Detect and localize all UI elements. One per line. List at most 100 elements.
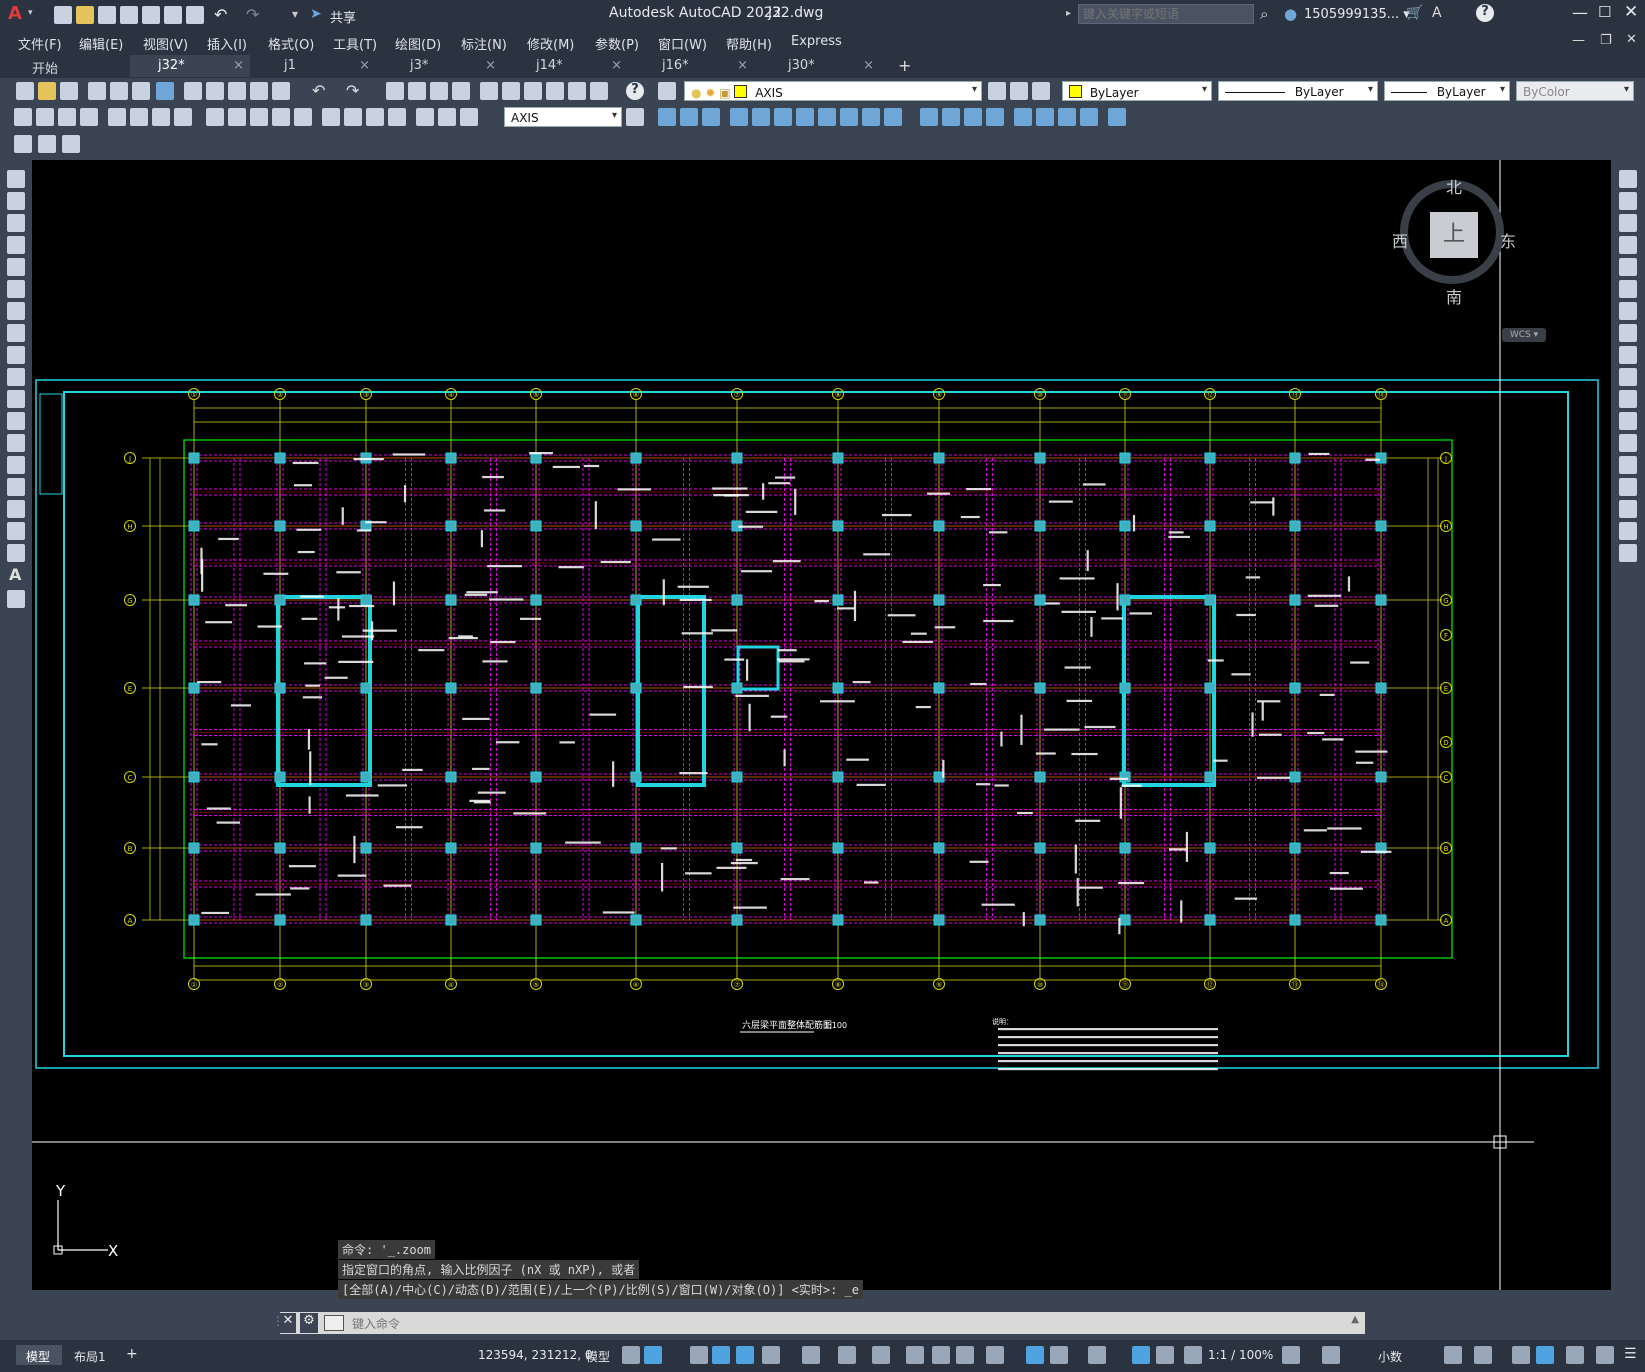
share-button[interactable]: 共享 [330,7,356,26]
help-icon[interactable]: ? [1476,4,1494,22]
tool-palettes-icon[interactable] [524,82,542,100]
point-icon[interactable] [7,456,25,474]
layer-properties-icon[interactable] [658,82,676,100]
selection-cycling-icon[interactable] [956,1346,974,1364]
command-input[interactable] [350,1313,1354,1335]
scale-side-icon[interactable] [1619,324,1637,342]
array-icon[interactable] [752,108,770,126]
copy-object-icon[interactable] [680,108,698,126]
tab-start[interactable]: 开始 [4,55,124,77]
open-file-icon[interactable] [38,82,56,100]
polygon-icon[interactable] [7,236,25,254]
tab-close-icon[interactable]: × [737,58,748,73]
dim-break-icon[interactable] [294,108,312,126]
3d-osnap-icon[interactable] [986,1346,1004,1364]
tab-j16[interactable]: j16* × [634,55,754,77]
blend-icon[interactable] [1080,108,1098,126]
construction-line-icon[interactable] [7,192,25,210]
dim-style-dropdown[interactable]: AXIS ▾ [504,107,622,127]
workspace-gear-icon[interactable] [1282,1346,1300,1364]
copy-icon[interactable] [206,82,224,100]
ellipse-arc-icon[interactable] [7,390,25,408]
properties-icon[interactable] [480,82,498,100]
zoom-window-icon[interactable] [430,82,448,100]
doc-close-icon[interactable]: ✕ [1626,32,1637,47]
hatch-icon[interactable] [7,478,25,496]
autocad-logo[interactable]: A [8,3,22,24]
copy-side-icon[interactable] [1619,192,1637,210]
layer-previous-icon[interactable] [1010,82,1028,100]
model-layout-tab[interactable]: 模型 [16,1345,62,1365]
stretch-side-icon[interactable] [1619,346,1637,364]
dwf-icon[interactable] [156,82,174,100]
recent-commands-icon[interactable] [324,1315,344,1331]
tab-j32[interactable]: j32* × [130,55,250,77]
menu-file[interactable]: 文件(F) [18,34,62,53]
jogged-linear-icon[interactable] [388,108,406,126]
photo-icon[interactable] [38,135,56,153]
dim-diameter-icon[interactable] [152,108,170,126]
menu-edit[interactable]: 编辑(E) [79,34,123,53]
tab-close-icon[interactable]: × [359,58,370,73]
gizmo-icon[interactable] [1088,1346,1106,1364]
rectangle-icon[interactable] [7,258,25,276]
grid-icon[interactable] [622,1346,640,1364]
fullscreen-icon[interactable] [1596,1346,1614,1364]
dim-ordinate-icon[interactable] [80,108,98,126]
dim-text-edit-icon[interactable] [438,108,456,126]
join-side-icon[interactable] [1619,456,1637,474]
tab-close-icon[interactable]: × [233,58,244,73]
dim-aligned-icon[interactable] [36,108,54,126]
color-dropdown[interactable]: ByLayer ▾ [1062,81,1212,101]
user-icon[interactable]: ● [1284,5,1297,23]
quick-properties-icon[interactable] [1444,1346,1462,1364]
infer-constraints-icon[interactable] [690,1346,708,1364]
doc-minimize-icon[interactable]: — [1572,33,1585,48]
close-icon[interactable]: ✕ [1624,2,1638,22]
units-value[interactable]: 小数 [1378,1348,1402,1365]
command-expand-icon[interactable]: ▲ [1351,1314,1359,1325]
layer-walk-icon[interactable] [62,135,80,153]
match-properties-icon[interactable] [250,82,268,100]
extend-icon[interactable] [884,108,902,126]
dynamic-input-icon[interactable] [712,1346,730,1364]
menu-window[interactable]: 窗口(W) [658,34,707,53]
lineweight-dropdown[interactable]: ByLayer ▾ [1384,81,1510,101]
ortho-icon[interactable] [736,1346,754,1364]
revcloud-icon[interactable] [7,324,25,342]
fillet-side-icon[interactable] [1619,500,1637,518]
stretch-icon[interactable] [840,108,858,126]
app-menu-dropdown-icon[interactable]: ▾ [28,8,33,18]
quick-dim-icon[interactable] [206,108,224,126]
menu-format[interactable]: 格式(O) [268,34,314,53]
selection-filter-icon[interactable] [1050,1346,1068,1364]
menu-parametric[interactable]: 参数(P) [595,34,639,53]
break-side-icon[interactable] [1619,434,1637,452]
autodesk-a360-icon[interactable]: A [1432,5,1442,21]
table-icon[interactable] [7,544,25,562]
customization-menu-icon[interactable]: ☰ [1624,1346,1637,1362]
new-icon[interactable] [54,6,72,24]
move-icon[interactable] [774,108,792,126]
blend-side-icon[interactable] [1619,522,1637,540]
layer-states-icon[interactable] [1032,82,1050,100]
tab-j3[interactable]: j3* × [382,55,502,77]
auto-scale-icon[interactable] [1156,1346,1174,1364]
break-icon[interactable] [920,108,938,126]
print-preview-icon[interactable] [110,82,128,100]
menu-view[interactable]: 视图(V) [143,34,188,53]
save-file-icon[interactable] [60,82,78,100]
zoom-previous-icon[interactable] [452,82,470,100]
polar-tracking-icon[interactable] [762,1346,780,1364]
menu-help[interactable]: 帮助(H) [726,34,772,53]
paste-icon[interactable] [228,82,246,100]
compass-west[interactable]: 西 [1392,228,1408,252]
lengthen-icon[interactable] [1058,108,1076,126]
make-block-icon[interactable] [7,434,25,452]
pedit-icon[interactable] [1108,108,1126,126]
user-account[interactable]: 1505999135... ▾ [1304,7,1410,22]
customize-qat-icon[interactable]: ▾ [292,7,298,21]
drawing-canvas[interactable]: ① ① ② ② ③ ③ ④ ④ ⑤ ⑤ ⑥ ⑥ ⑦ ⑦ ⑧ ⑧ ⑨ ⑨ ⑩ ⑩ ⑪ ⑪ ⑫ ⑫ ⑬ ⑬ ⑭ ⑭ J H G E C B A J H G F E… [32,160,1611,1299]
add-layout-button[interactable]: + [126,1346,138,1362]
dim-arc-icon[interactable] [58,108,76,126]
